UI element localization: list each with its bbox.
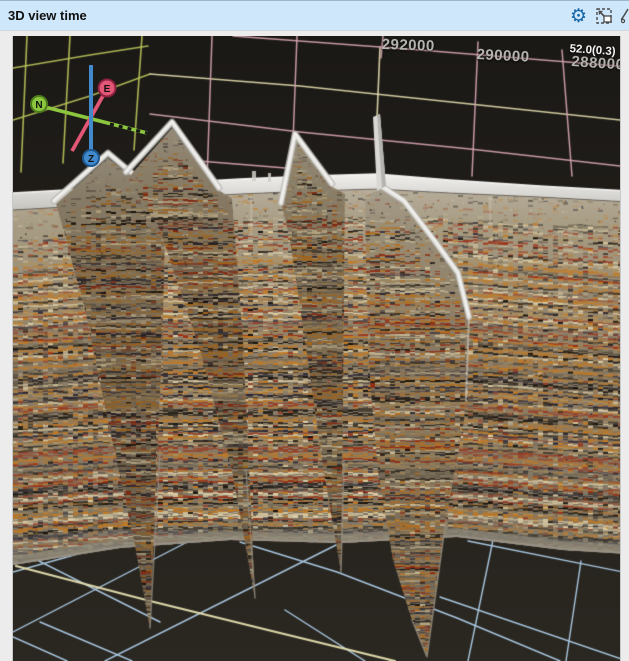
clipped-edge-icon[interactable] xyxy=(621,6,629,26)
frame-strip-left xyxy=(0,36,13,661)
coordinate-label: 292000 xyxy=(381,36,436,55)
3d-viewport[interactable]: N E Z 292000 290000 288000 52.0(0.3) xyxy=(13,36,620,661)
titlebar-icons: ⚙ xyxy=(570,1,629,31)
float-panel-icon[interactable] xyxy=(594,6,614,26)
seismic-scene-canvas[interactable] xyxy=(13,36,620,661)
window-titlebar[interactable]: 3D view time ⚙ xyxy=(0,0,629,30)
frame-strip-right xyxy=(620,36,629,661)
settings-gear-icon[interactable]: ⚙ xyxy=(570,7,587,26)
window-title: 3D view time xyxy=(8,8,87,23)
3d-view-window: 3D view time ⚙ N E Z 292000 290000 28800… xyxy=(0,0,629,661)
coordinate-label: 290000 xyxy=(476,46,530,66)
